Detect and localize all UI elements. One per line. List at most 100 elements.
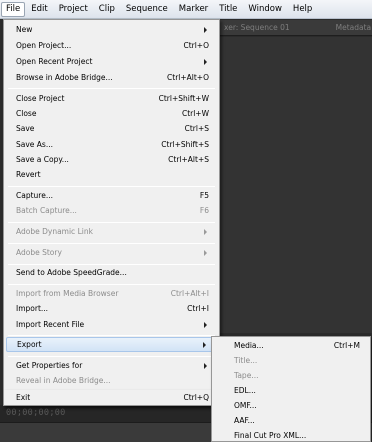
submenu-item-edl[interactable]: EDL... bbox=[214, 383, 368, 398]
submenu-arrow-icon bbox=[203, 341, 206, 348]
menu-item-revert[interactable]: Revert bbox=[6, 167, 217, 182]
menu-item-shortcut: Ctrl+O bbox=[183, 41, 209, 50]
menu-item-import-media-browser[interactable]: Import from Media Browser Ctrl+Alt+I bbox=[6, 286, 217, 301]
panel-header: xer: Sequence 01 Metadata bbox=[220, 20, 372, 36]
menu-item-label: Get Properties for bbox=[16, 361, 83, 370]
submenu-item-aaf[interactable]: AAF... bbox=[214, 413, 368, 428]
menu-marker[interactable]: Marker bbox=[174, 2, 213, 17]
menu-item-label: Adobe Story bbox=[16, 248, 62, 257]
menu-item-new[interactable]: New bbox=[6, 22, 217, 37]
menu-item-label: Import... bbox=[16, 304, 49, 313]
menu-separator bbox=[8, 356, 215, 357]
menu-edit[interactable]: Edit bbox=[26, 2, 52, 17]
menu-item-capture[interactable]: Capture... F5 bbox=[6, 188, 217, 203]
menu-item-close-project[interactable]: Close Project Ctrl+Shift+W bbox=[6, 91, 217, 106]
menu-clip[interactable]: Clip bbox=[94, 2, 120, 17]
menu-item-label: Media... bbox=[234, 341, 264, 350]
menu-item-label: Import Recent File bbox=[16, 320, 85, 329]
menu-item-label: Close bbox=[16, 109, 37, 118]
menu-item-label: Final Cut Pro XML... bbox=[234, 431, 307, 440]
menu-help[interactable]: Help bbox=[288, 2, 317, 17]
menu-separator bbox=[8, 284, 215, 285]
file-menu: New Open Project... Ctrl+O Open Recent P… bbox=[3, 19, 220, 406]
submenu-item-omf[interactable]: OMF... bbox=[214, 398, 368, 413]
tab-sequence[interactable]: xer: Sequence 01 bbox=[220, 23, 290, 32]
menu-separator bbox=[8, 222, 215, 223]
menu-item-label: New bbox=[16, 25, 33, 34]
submenu-arrow-icon bbox=[204, 362, 207, 369]
menu-file[interactable]: File bbox=[1, 1, 26, 17]
menu-item-import-recent[interactable]: Import Recent File bbox=[6, 317, 217, 332]
menu-sequence[interactable]: Sequence bbox=[121, 2, 173, 17]
menu-item-open-project[interactable]: Open Project... Ctrl+O bbox=[6, 38, 217, 53]
menu-item-label: AAF... bbox=[234, 416, 255, 425]
menu-item-label: Capture... bbox=[16, 191, 53, 200]
menu-bar: File Edit Project Clip Sequence Marker T… bbox=[0, 0, 372, 19]
menu-item-shortcut: F5 bbox=[199, 191, 209, 200]
menu-item-label: Save As... bbox=[16, 140, 53, 149]
menu-item-label: EDL... bbox=[234, 386, 256, 395]
submenu-item-tape[interactable]: Tape... bbox=[214, 368, 368, 383]
file-menu-tail: Exit Ctrl+Q bbox=[3, 390, 220, 406]
menu-item-send-speedgrade[interactable]: Send to Adobe SpeedGrade... bbox=[6, 265, 217, 280]
menu-item-shortcut: Ctrl+Alt+S bbox=[168, 155, 209, 164]
menu-item-open-recent-project[interactable]: Open Recent Project bbox=[6, 54, 217, 69]
menu-separator bbox=[8, 335, 215, 336]
menu-item-save-as[interactable]: Save As... Ctrl+Shift+S bbox=[6, 137, 217, 152]
submenu-item-title[interactable]: Title... bbox=[214, 353, 368, 368]
menu-item-label: Adobe Dynamic Link bbox=[16, 227, 93, 236]
menu-item-shortcut: Ctrl+M bbox=[333, 341, 360, 350]
menu-window[interactable]: Window bbox=[243, 2, 287, 17]
menu-item-browse-bridge[interactable]: Browse in Adobe Bridge... Ctrl+Alt+O bbox=[6, 70, 217, 85]
menu-item-label: Tape... bbox=[234, 371, 259, 380]
menu-item-import[interactable]: Import... Ctrl+I bbox=[6, 301, 217, 316]
menu-item-label: Export bbox=[17, 340, 42, 349]
menu-item-shortcut: Ctrl+W bbox=[181, 109, 209, 118]
submenu-item-fcp-xml[interactable]: Final Cut Pro XML... bbox=[214, 428, 368, 442]
menu-item-shortcut: Ctrl+I bbox=[187, 304, 209, 313]
submenu-arrow-icon bbox=[204, 228, 207, 235]
menu-item-exit[interactable]: Exit Ctrl+Q bbox=[6, 390, 217, 405]
menu-item-export[interactable]: Export bbox=[6, 337, 217, 352]
timecode-display: 00;00;00;00 bbox=[6, 408, 66, 418]
menu-item-shortcut: F6 bbox=[199, 206, 209, 215]
menu-item-label: Open Project... bbox=[16, 41, 72, 50]
menu-item-label: Exit bbox=[16, 393, 31, 402]
menu-item-label: Save a Copy... bbox=[16, 155, 69, 164]
menu-item-label: Browse in Adobe Bridge... bbox=[16, 73, 113, 82]
menu-title[interactable]: Title bbox=[214, 2, 242, 17]
export-submenu: Media... Ctrl+M Title... Tape... EDL... … bbox=[211, 336, 371, 442]
submenu-arrow-icon bbox=[204, 249, 207, 256]
menu-item-label: OMF... bbox=[234, 401, 257, 410]
menu-item-label: Send to Adobe SpeedGrade... bbox=[16, 268, 127, 277]
submenu-arrow-icon bbox=[204, 26, 207, 33]
menu-item-label: Title... bbox=[234, 356, 258, 365]
menu-separator bbox=[8, 186, 215, 187]
menu-item-label: Save bbox=[16, 124, 35, 133]
submenu-arrow-icon bbox=[204, 321, 207, 328]
menu-item-shortcut: Ctrl+Shift+S bbox=[161, 140, 209, 149]
menu-item-adobe-story[interactable]: Adobe Story bbox=[6, 245, 217, 260]
menu-item-shortcut: Ctrl+Alt+O bbox=[167, 73, 209, 82]
menu-item-save-copy[interactable]: Save a Copy... Ctrl+Alt+S bbox=[6, 152, 217, 167]
menu-item-shortcut: Ctrl+Q bbox=[183, 393, 209, 402]
menu-item-label: Open Recent Project bbox=[16, 57, 93, 66]
menu-project[interactable]: Project bbox=[54, 2, 93, 17]
menu-item-close[interactable]: Close Ctrl+W bbox=[6, 106, 217, 121]
menu-item-label: Close Project bbox=[16, 94, 65, 103]
menu-item-reveal-bridge[interactable]: Reveal in Adobe Bridge... bbox=[6, 373, 217, 388]
menu-item-label: Batch Capture... bbox=[16, 206, 77, 215]
menu-item-label: Import from Media Browser bbox=[16, 289, 119, 298]
submenu-item-media[interactable]: Media... Ctrl+M bbox=[214, 338, 368, 353]
menu-item-dynamic-link[interactable]: Adobe Dynamic Link bbox=[6, 224, 217, 239]
menu-item-save[interactable]: Save Ctrl+S bbox=[6, 121, 217, 136]
tab-metadata[interactable]: Metadata bbox=[332, 23, 372, 32]
menu-item-label: Reveal in Adobe Bridge... bbox=[16, 376, 111, 385]
menu-item-get-properties[interactable]: Get Properties for bbox=[6, 358, 217, 373]
menu-item-label: Revert bbox=[16, 170, 41, 179]
menu-item-shortcut: Ctrl+S bbox=[184, 124, 209, 133]
submenu-arrow-icon bbox=[204, 58, 207, 65]
menu-separator bbox=[8, 243, 215, 244]
menu-separator bbox=[8, 88, 215, 89]
menu-item-batch-capture[interactable]: Batch Capture... F6 bbox=[6, 203, 217, 218]
